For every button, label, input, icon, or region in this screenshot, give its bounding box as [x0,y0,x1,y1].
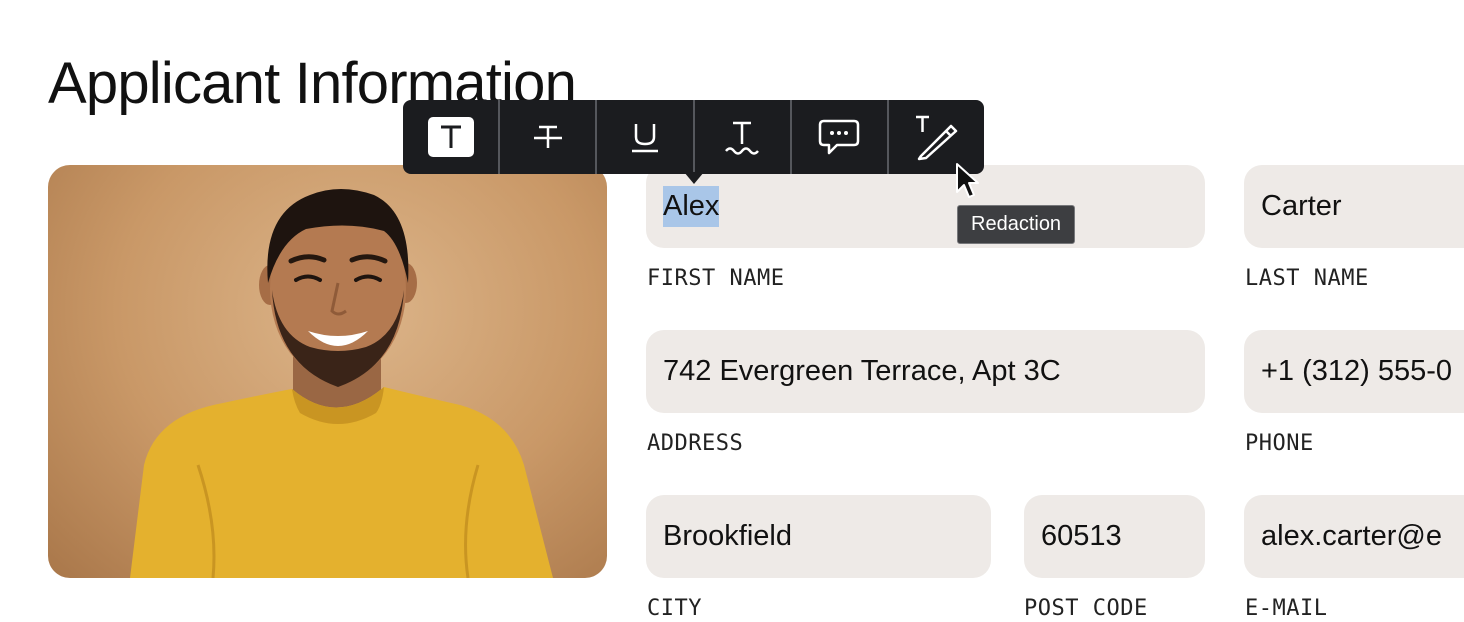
last-name-label: LAST NAME [1245,266,1369,291]
underline-button[interactable] [595,100,692,174]
address-value[interactable]: 742 Evergreen Terrace, Apt 3C [663,355,1061,388]
address-label: ADDRESS [647,431,744,456]
phone-field[interactable]: +1 (312) 555-0 [1244,330,1464,413]
city-label: CITY [647,596,702,621]
email-label: E-MAIL [1245,596,1328,621]
phone-value[interactable]: +1 (312) 555-0 [1261,355,1452,388]
strikethrough-button[interactable] [498,100,595,174]
first-name-field[interactable]: Alex [646,165,1205,248]
squiggly-button[interactable] [692,100,790,174]
underline-icon [625,117,665,157]
comment-button[interactable] [789,100,887,174]
strikethrough-icon [528,117,568,157]
last-name-field[interactable]: Carter [1244,165,1464,248]
applicant-photo [48,165,607,578]
email-value[interactable]: alex.carter@e [1261,520,1442,553]
highlight-button[interactable] [403,100,498,174]
text-highlight-icon [426,115,476,159]
annotation-toolbar [403,100,984,174]
squiggly-underline-icon [722,117,762,157]
comment-icon [817,116,861,158]
first-name-value[interactable]: Alex [663,186,720,227]
toolbar-pointer [684,172,704,184]
city-value[interactable]: Brookfield [663,520,792,553]
email-field[interactable]: alex.carter@e [1244,495,1464,578]
post-code-field[interactable]: 60513 [1024,495,1205,578]
last-name-value[interactable]: Carter [1261,190,1342,223]
post-code-label: POST CODE [1024,596,1148,621]
redaction-tooltip: Redaction [957,205,1076,244]
redaction-icon [911,112,961,162]
mouse-cursor-icon [955,162,981,205]
post-code-value[interactable]: 60513 [1041,520,1122,553]
address-field[interactable]: 742 Evergreen Terrace, Apt 3C [646,330,1205,413]
phone-label: PHONE [1245,431,1314,456]
city-field[interactable]: Brookfield [646,495,991,578]
first-name-label: FIRST NAME [647,266,785,291]
